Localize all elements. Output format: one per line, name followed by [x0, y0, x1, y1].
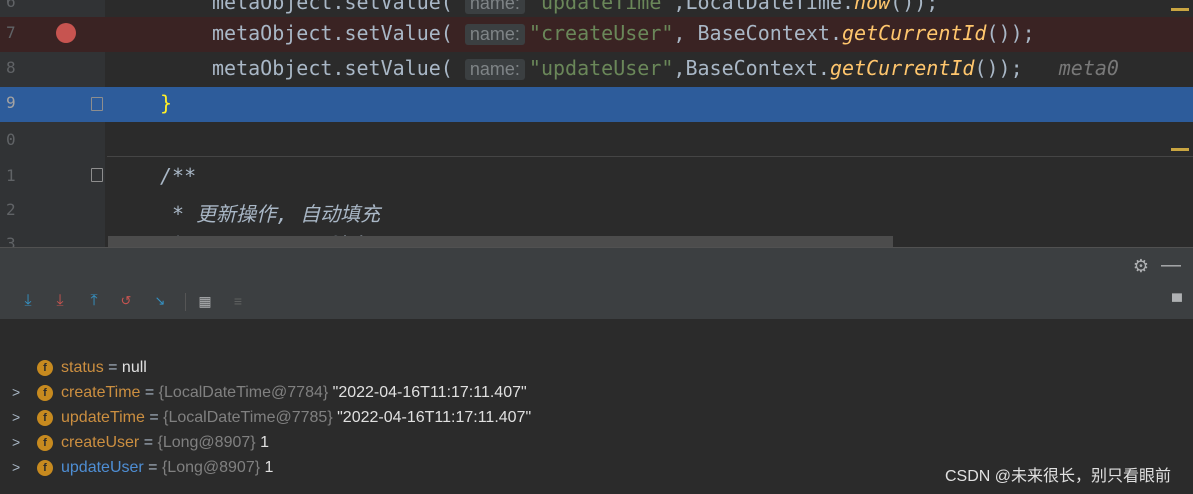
code-text: } — [160, 91, 173, 115]
variable-row[interactable]: > f createTime = {LocalDateTime@7784} "2… — [0, 381, 1193, 406]
method-separator — [107, 156, 1193, 157]
error-stripe-mark[interactable] — [1171, 148, 1189, 151]
field-icon: f — [37, 360, 53, 376]
trace-icon[interactable]: ≡ — [230, 291, 246, 311]
code-text: * 更新操作, 自动填充 — [172, 202, 381, 226]
expand-arrow-icon[interactable]: > — [12, 459, 20, 475]
field-icon: f — [37, 435, 53, 451]
drop-frame-icon[interactable]: ↺ — [118, 291, 134, 311]
code-text: metaObject.setValue( name: "createUser", … — [212, 21, 1035, 45]
param-hint: name: — [464, 59, 525, 80]
code-line-11[interactable]: 1 /** — [0, 160, 1193, 195]
code-text: metaObject.setValue( name: "updateTime",L… — [212, 0, 938, 14]
code-text: metaObject.setValue( name: "updateUser",B… — [212, 56, 1119, 80]
line-number: 2 — [6, 200, 16, 219]
line-number: 0 — [6, 130, 16, 149]
code-line-10[interactable]: 0 — [0, 124, 1193, 159]
field-icon: f — [37, 460, 53, 476]
fold-icon[interactable] — [91, 97, 103, 111]
horizontal-scrollbar[interactable] — [108, 236, 893, 247]
debug-toolbar: ⤓ ⤓ ⤒ ↺ ↘ ▦ ≡ ▀ — [0, 285, 1193, 320]
variable-row[interactable]: f status = null — [0, 356, 1193, 381]
code-editor[interactable]: 6 metaObject.setValue( name: "updateTime"… — [0, 0, 1193, 247]
line-number: 1 — [6, 166, 16, 185]
step-out-icon[interactable]: ⤒ — [86, 291, 102, 311]
frames-area — [0, 320, 1193, 357]
line-number: 8 — [6, 58, 16, 77]
expand-arrow-icon[interactable]: > — [12, 384, 20, 400]
line-number: 7 — [6, 23, 16, 42]
breakpoint-icon[interactable] — [56, 23, 76, 43]
code-line-8[interactable]: 8 metaObject.setValue( name: "updateUser"… — [0, 52, 1193, 87]
expand-arrow-icon[interactable]: > — [12, 434, 20, 450]
field-icon: f — [37, 385, 53, 401]
line-number: 3 — [6, 234, 16, 247]
code-line-12[interactable]: 2 * 更新操作, 自动填充 — [0, 194, 1193, 229]
expand-arrow-icon[interactable]: > — [12, 409, 20, 425]
code-text: /** — [160, 164, 197, 188]
watermark-text: CSDN @未来很长，别只看眼前 — [944, 468, 1171, 485]
fold-icon[interactable] — [91, 168, 103, 182]
gear-icon[interactable]: ⚙ — [1133, 256, 1149, 277]
variable-row[interactable]: > f createUser = {Long@8907} 1 — [0, 431, 1193, 456]
line-number: 9 — [6, 93, 16, 112]
param-hint: name: — [464, 0, 525, 14]
error-stripe-mark[interactable] — [1171, 8, 1189, 11]
step-over-icon[interactable]: ⤓ — [20, 291, 36, 311]
code-line-7[interactable]: 7 metaObject.setValue( name: "createUser"… — [0, 17, 1193, 52]
param-hint: name: — [464, 24, 525, 45]
force-step-into-icon[interactable]: ⤓ — [52, 291, 68, 311]
line-number: 6 — [6, 0, 16, 11]
toolbar-divider — [185, 293, 186, 311]
field-icon: f — [37, 410, 53, 426]
layout-settings-icon[interactable]: ▀ — [1169, 291, 1185, 311]
run-to-cursor-icon[interactable]: ↘ — [152, 291, 168, 311]
variable-row[interactable]: > f updateTime = {LocalDateTime@7785} "2… — [0, 406, 1193, 431]
code-line-9-current[interactable]: 9 } — [0, 87, 1193, 122]
evaluate-expression-icon[interactable]: ▦ — [197, 291, 213, 311]
debug-panel-header: ⚙ — — [0, 247, 1193, 286]
minimize-icon[interactable]: — — [1161, 254, 1181, 277]
